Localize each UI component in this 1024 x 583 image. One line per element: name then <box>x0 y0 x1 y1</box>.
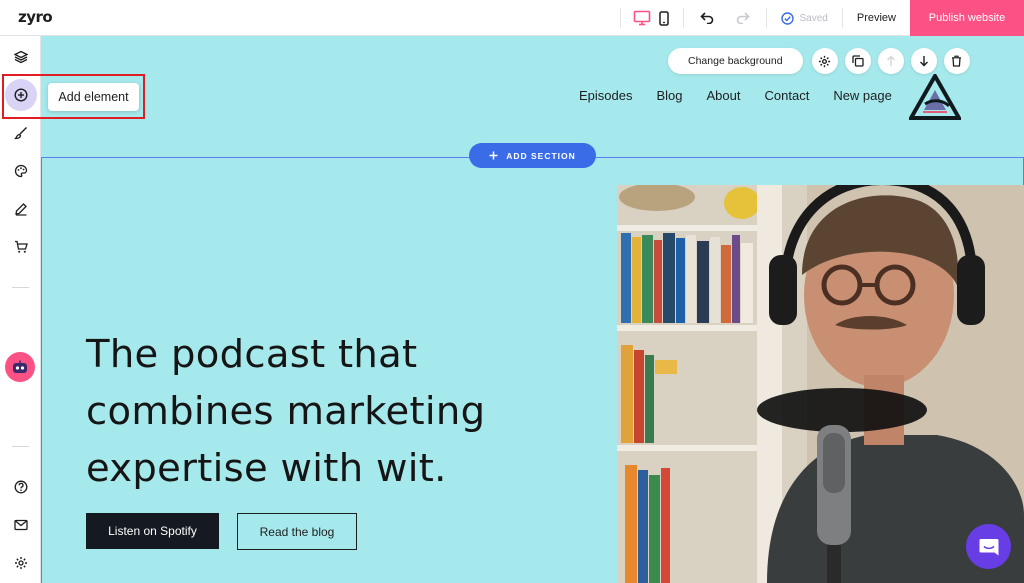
delete-trash-icon[interactable] <box>943 48 970 74</box>
redo-icon[interactable] <box>736 0 750 36</box>
move-down-arrow-icon[interactable] <box>910 48 937 74</box>
publish-website-button[interactable]: Publish website <box>910 0 1024 36</box>
hero-headline[interactable]: The podcast that combines marketing expe… <box>86 326 556 497</box>
nav-item-about[interactable]: About <box>707 88 741 103</box>
top-bar: zyro Saved Preview Publish website <box>0 0 1024 36</box>
brush-icon[interactable] <box>0 119 41 147</box>
cart-icon[interactable] <box>0 233 41 261</box>
history-controls <box>684 0 766 36</box>
zyro-logo[interactable]: zyro <box>18 8 53 26</box>
block-settings-gear-icon[interactable] <box>811 48 838 74</box>
nav-item-episodes[interactable]: Episodes <box>579 88 632 103</box>
sidebar-divider <box>12 287 29 288</box>
nav-item-contact[interactable]: Contact <box>765 88 810 103</box>
saved-check-icon <box>780 11 794 25</box>
add-section-label: ADD SECTION <box>506 150 576 161</box>
mobile-view-icon[interactable] <box>658 0 669 36</box>
duplicate-icon[interactable] <box>844 48 871 74</box>
palette-icon[interactable] <box>0 157 41 185</box>
plus-icon <box>489 151 498 160</box>
listen-on-spotify-button[interactable]: Listen on Spotify <box>86 513 219 549</box>
desktop-view-icon[interactable] <box>633 0 651 36</box>
sidebar-divider <box>12 446 29 447</box>
add-section-button[interactable]: ADD SECTION <box>469 143 596 168</box>
saved-label: Saved <box>799 12 828 24</box>
hero-podcast-photo[interactable] <box>617 185 1024 583</box>
device-switcher <box>621 0 683 36</box>
settings-gear-icon[interactable] <box>0 549 41 577</box>
layers-icon[interactable] <box>0 43 41 71</box>
pen-icon[interactable] <box>0 195 41 223</box>
help-icon[interactable] <box>0 473 41 501</box>
site-logo-triangle[interactable] <box>909 74 961 120</box>
mail-icon[interactable] <box>0 511 41 539</box>
move-up-arrow-icon[interactable] <box>877 48 904 74</box>
chat-support-icon[interactable] <box>966 524 1011 569</box>
read-the-blog-button[interactable]: Read the blog <box>237 513 357 550</box>
undo-icon[interactable] <box>699 0 714 36</box>
editor-canvas[interactable]: Change background Episodes Blog About Co… <box>41 36 1024 583</box>
site-navigation: Episodes Blog About Contact New page <box>579 88 916 103</box>
top-bar-actions: Saved Preview Publish website <box>619 0 1024 36</box>
ai-assistant-robot-icon[interactable] <box>5 352 35 382</box>
preview-button[interactable]: Preview <box>843 0 910 36</box>
highlight-annotation <box>2 74 145 119</box>
save-status: Saved <box>767 11 842 25</box>
nav-item-blog[interactable]: Blog <box>656 88 682 103</box>
nav-item-new-page[interactable]: New page <box>833 88 892 103</box>
block-toolbar: Change background <box>668 48 970 74</box>
change-background-button[interactable]: Change background <box>668 48 803 74</box>
